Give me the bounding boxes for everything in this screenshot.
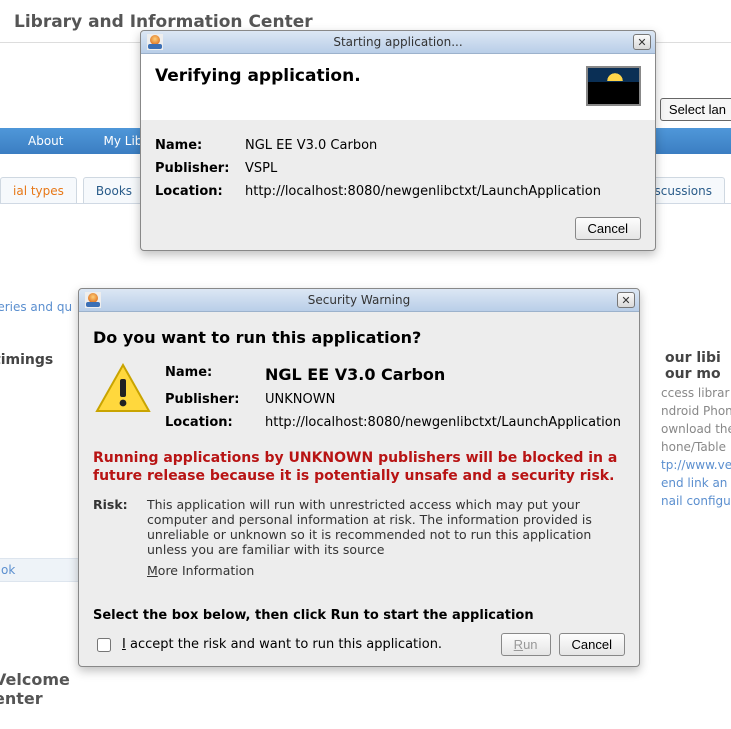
select-box-instruction: Select the box below, then click Run to … (93, 608, 625, 623)
side-link-url[interactable]: tp://www.ve (661, 458, 731, 472)
sw-name-label: Name: (165, 365, 265, 384)
run-button[interactable]: Run (501, 633, 551, 656)
sw-publisher-label: Publisher: (165, 392, 265, 407)
tab-books[interactable]: Books (83, 177, 145, 203)
side-text: ccess librar ndroid Phon ownload the hon… (661, 384, 731, 510)
publisher-value: VSPL (245, 161, 277, 176)
side-link-mail[interactable]: nail configu (661, 494, 731, 508)
splash-thumbnail (586, 66, 641, 106)
java-icon (147, 34, 163, 50)
location-label: Location: (155, 184, 245, 199)
nav-about[interactable]: About (28, 134, 63, 148)
location-value: http://localhost:8080/newgenlibctxt/Laun… (245, 184, 601, 199)
warning-icon (95, 363, 151, 413)
close-icon[interactable]: ✕ (633, 34, 651, 50)
dialog2-titlebar[interactable]: Security Warning ✕ (79, 289, 639, 312)
welcome-heading: Velcome enter (0, 670, 70, 708)
publisher-label: Publisher: (155, 161, 245, 176)
sw-location-label: Location: (165, 415, 265, 430)
side-heading: our libi our mo (665, 350, 731, 382)
dialog2-title: Security Warning (101, 293, 617, 307)
left-ok-link[interactable]: ok (0, 558, 79, 582)
left-queries-link[interactable]: jeries and qu (0, 300, 72, 314)
sw-name-value: NGL EE V3.0 Carbon (265, 365, 445, 384)
tab-ialtypes[interactable]: ial types (0, 177, 77, 203)
java-icon (85, 292, 101, 308)
unknown-publisher-warning: Running applications by UNKNOWN publishe… (93, 450, 625, 485)
name-value: NGL EE V3.0 Carbon (245, 138, 377, 153)
name-label: Name: (155, 138, 245, 153)
risk-text: This application will run with unrestric… (147, 497, 625, 557)
close-icon[interactable]: ✕ (617, 292, 635, 308)
starting-application-dialog: Starting application... ✕ Verifying appl… (140, 30, 656, 251)
risk-label: Risk: (93, 497, 135, 557)
dialog1-title: Starting application... (163, 35, 633, 49)
dialog1-titlebar[interactable]: Starting application... ✕ (141, 31, 655, 54)
sw-publisher-value: UNKNOWN (265, 392, 335, 407)
side-link-send[interactable]: end link an (661, 476, 727, 490)
verifying-heading: Verifying application. (155, 66, 361, 86)
more-information-link[interactable]: More Information (147, 563, 625, 578)
cancel-button[interactable]: Cancel (559, 633, 625, 656)
accept-risk-row[interactable]: I accept the risk and want to run this a… (93, 635, 442, 655)
security-warning-dialog: Security Warning ✕ Do you want to run th… (78, 288, 640, 667)
run-question: Do you want to run this application? (93, 328, 625, 347)
accept-risk-checkbox[interactable] (97, 638, 111, 652)
sw-location-value: http://localhost:8080/newgenlibctxt/Laun… (265, 415, 621, 430)
select-language-button[interactable]: Select lan (660, 98, 731, 121)
left-timings-label: timings (0, 352, 53, 368)
cancel-button[interactable]: Cancel (575, 217, 641, 240)
accept-risk-label: I accept the risk and want to run this a… (122, 637, 442, 652)
